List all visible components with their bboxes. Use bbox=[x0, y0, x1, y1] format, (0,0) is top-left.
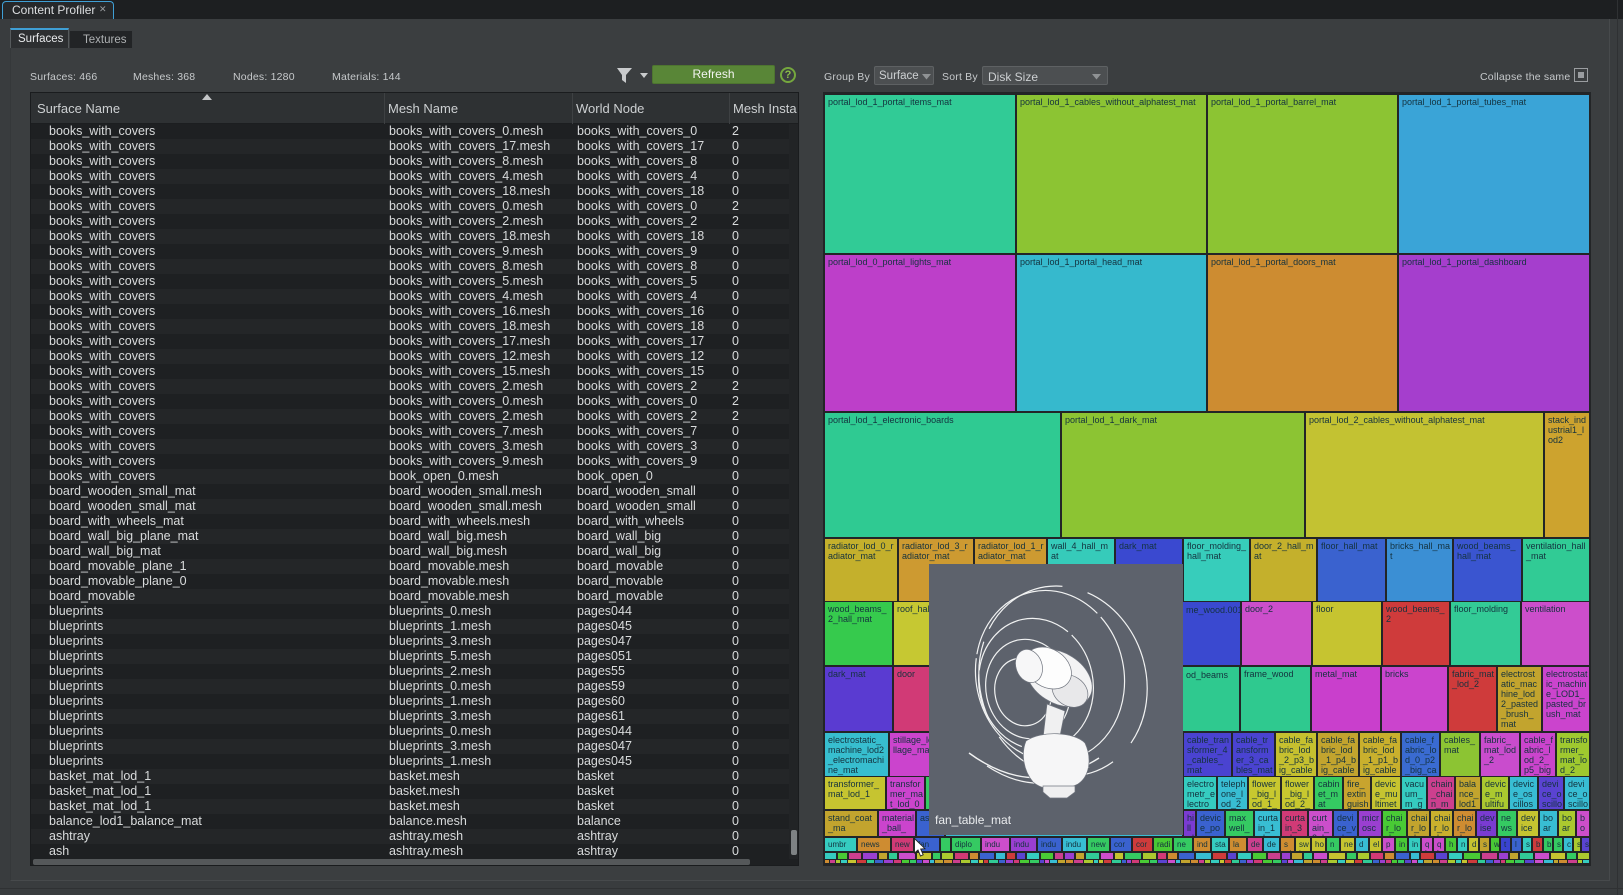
svg-text:fan_table_mat: fan_table_mat bbox=[935, 813, 1012, 827]
